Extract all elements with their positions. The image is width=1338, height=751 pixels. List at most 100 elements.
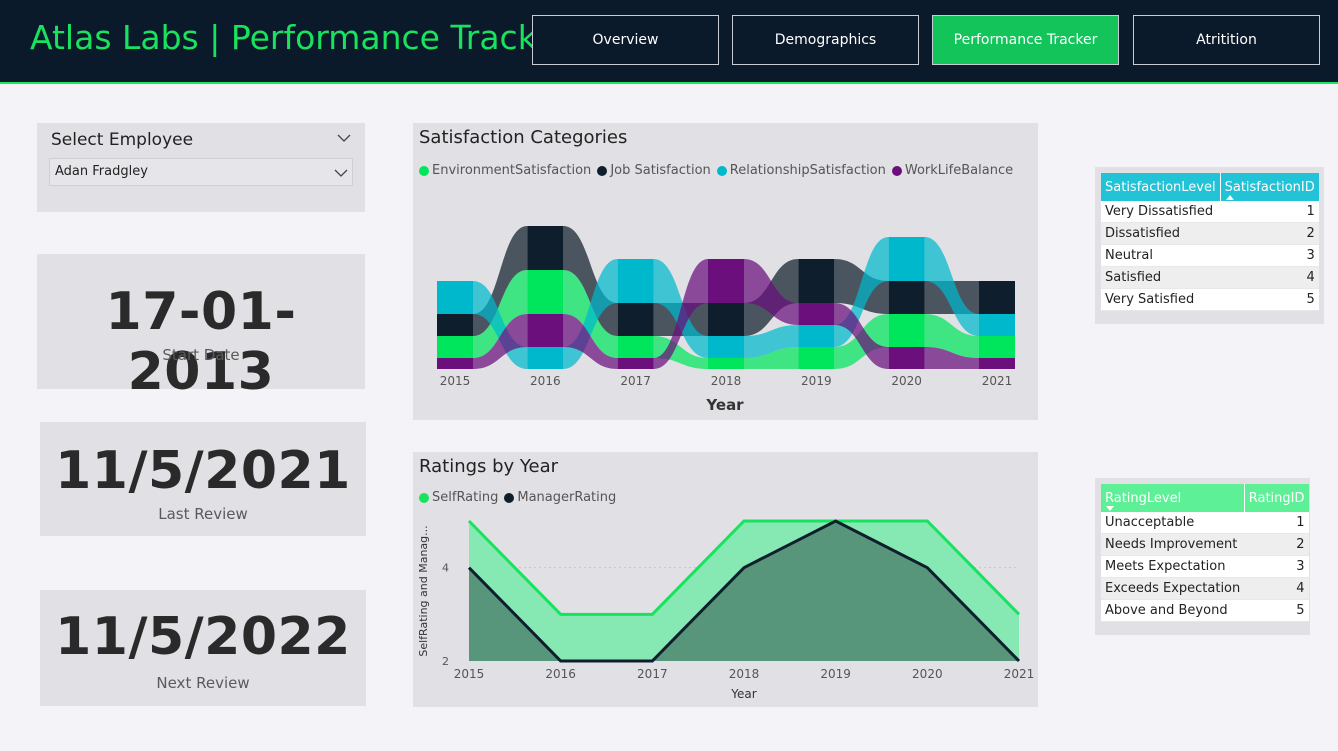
table-row[interactable]: Very Satisfied 5	[1101, 288, 1319, 311]
id-cell: 2	[1244, 533, 1309, 556]
ribbon-segment[interactable]	[708, 358, 744, 369]
dropdown-chevron-icon[interactable]	[334, 168, 348, 178]
rating-table-card: RatingLevel RatingID Unacceptable 1 Needs …	[1095, 478, 1310, 635]
ribbon-segment[interactable]	[888, 237, 925, 281]
x-tick-label: 2016	[545, 667, 576, 681]
y-tick-label: 2	[442, 655, 449, 668]
y-tick-label: 4	[442, 562, 449, 575]
start-date-card: 17-01-2013 Start Date	[37, 254, 365, 402]
level-cell: Neutral	[1101, 244, 1221, 267]
nav-performance-tracker-button[interactable]: Performance Tracker	[932, 15, 1119, 65]
satisfaction-chart-card: Satisfaction Categories EnvironmentSatis…	[413, 123, 1038, 420]
x-tick-label: 2018	[729, 667, 760, 681]
ribbon-segment[interactable]	[798, 303, 835, 325]
ribbon-segment[interactable]	[979, 281, 1015, 314]
table-row[interactable]: Unacceptable 1	[1101, 512, 1309, 534]
column-header-label: RatingLevel	[1105, 490, 1182, 506]
level-cell: Satisfied	[1101, 266, 1221, 289]
table-row[interactable]: Needs Improvement 2	[1101, 533, 1309, 556]
level-cell: Unacceptable	[1101, 512, 1245, 534]
ribbon-segment[interactable]	[979, 336, 1015, 358]
id-cell: 4	[1244, 577, 1309, 600]
ribbon-segment[interactable]	[617, 303, 654, 336]
x-tick-label: 2020	[891, 374, 922, 388]
table-row[interactable]: Exceeds Expectation 4	[1101, 577, 1309, 600]
nav-overview-button[interactable]: Overview	[532, 15, 719, 65]
table-row[interactable]: Very Dissatisfied 1	[1101, 201, 1319, 223]
column-header[interactable]: RatingLevel	[1101, 484, 1244, 512]
ribbon-segment[interactable]	[527, 314, 564, 347]
rating-table: RatingLevel RatingID Unacceptable 1 Needs …	[1101, 484, 1309, 622]
level-cell: Exceeds Expectation	[1101, 577, 1245, 600]
ribbon-segment[interactable]	[708, 303, 744, 336]
ribbon-segment[interactable]	[617, 358, 654, 369]
ribbon-segment[interactable]	[437, 281, 473, 314]
last-review-card: 11/5/2021 Last Review	[40, 422, 366, 536]
employee-dropdown[interactable]: Adan Fradgley	[49, 158, 353, 186]
last-review-value: 11/5/2021	[55, 441, 351, 501]
ribbon-segment[interactable]	[437, 358, 473, 369]
ribbon-segment[interactable]	[527, 347, 564, 369]
chevron-down-icon[interactable]	[337, 133, 351, 143]
id-cell: 5	[1220, 288, 1319, 311]
ribbon-segment[interactable]	[617, 259, 654, 303]
x-tick-label: 2020	[912, 667, 943, 681]
level-cell: Dissatisfied	[1101, 222, 1221, 245]
ribbon-segment[interactable]	[617, 336, 654, 358]
x-tick-label: 2019	[801, 374, 832, 388]
ribbon-segment[interactable]	[708, 336, 744, 358]
level-cell: Needs Improvement	[1101, 533, 1245, 556]
x-tick-label: 2016	[530, 374, 561, 388]
x-tick-label: 2021	[982, 374, 1013, 388]
column-header-label: RatingID	[1248, 490, 1305, 506]
id-cell: 3	[1220, 244, 1319, 267]
ribbon-segment[interactable]	[888, 314, 925, 347]
ribbon-segment[interactable]	[527, 270, 564, 314]
last-review-label: Last Review	[158, 505, 248, 523]
column-header[interactable]: SatisfactionLevel	[1101, 173, 1220, 201]
ribbon-segment[interactable]	[798, 347, 835, 369]
sort-descending-icon[interactable]	[1105, 505, 1115, 512]
level-cell: Very Dissatisfied	[1101, 201, 1221, 223]
ribbon-segment[interactable]	[527, 226, 564, 270]
column-header[interactable]: SatisfactionID	[1219, 173, 1319, 201]
table-row[interactable]: Satisfied 4	[1101, 266, 1319, 289]
slicer-title: Select Employee	[51, 130, 194, 150]
top-header: Atlas Labs | Performance Tracker Overvie…	[0, 0, 1338, 84]
x-tick-label: 2015	[440, 374, 471, 388]
table-row[interactable]: Above and Beyond 5	[1101, 599, 1309, 622]
ribbon-segment[interactable]	[888, 347, 925, 369]
x-tick-label: 2018	[711, 374, 742, 388]
ribbon-segment[interactable]	[437, 336, 473, 358]
ribbon-segment[interactable]	[798, 259, 835, 303]
ribbon-segment[interactable]	[979, 358, 1015, 369]
ribbon-segment[interactable]	[708, 259, 744, 303]
ribbon-segment[interactable]	[798, 325, 835, 347]
table-row[interactable]: Neutral 3	[1101, 244, 1319, 267]
table-row[interactable]: Dissatisfied 2	[1101, 222, 1319, 245]
column-header[interactable]: RatingID	[1243, 484, 1309, 512]
nav-demographics-button[interactable]: Demographics	[732, 15, 919, 65]
id-cell: 5	[1244, 599, 1309, 622]
x-tick-label: 2017	[620, 374, 651, 388]
nav-attrition-button[interactable]: Atritition	[1133, 15, 1320, 65]
satisfaction-table-card: SatisfactionLevel SatisfactionID Very Di…	[1095, 167, 1324, 324]
ribbon-segment[interactable]	[437, 314, 473, 336]
ribbon-segment[interactable]	[888, 281, 925, 314]
ratings-chart-card: Ratings by Year SelfRating ManagerRating…	[413, 452, 1038, 707]
x-tick-label: 2021	[1004, 667, 1035, 681]
start-date-value: 17-01-2013	[105, 282, 297, 402]
x-tick-label: 2017	[637, 667, 668, 681]
column-header-label: SatisfactionID	[1224, 179, 1315, 195]
ribbon-segment[interactable]	[979, 314, 1015, 336]
x-tick-label: 2015	[454, 667, 485, 681]
level-cell: Very Satisfied	[1101, 288, 1221, 311]
x-axis-title: Year	[730, 687, 756, 701]
app-title: Atlas Labs | Performance Tracker	[30, 18, 570, 57]
sort-ascending-icon[interactable]	[1225, 194, 1235, 201]
satisfaction-table: SatisfactionLevel SatisfactionID Very Di…	[1101, 173, 1319, 311]
next-review-value: 11/5/2022	[55, 607, 351, 667]
x-axis-title: Year	[705, 396, 744, 414]
ratings-area-chart: 2 4 2015 2016 2017 2018 2019 2020 2021 Year SelfRa…	[417, 519, 1035, 701]
table-row[interactable]: Meets Expectation 3	[1101, 555, 1309, 578]
